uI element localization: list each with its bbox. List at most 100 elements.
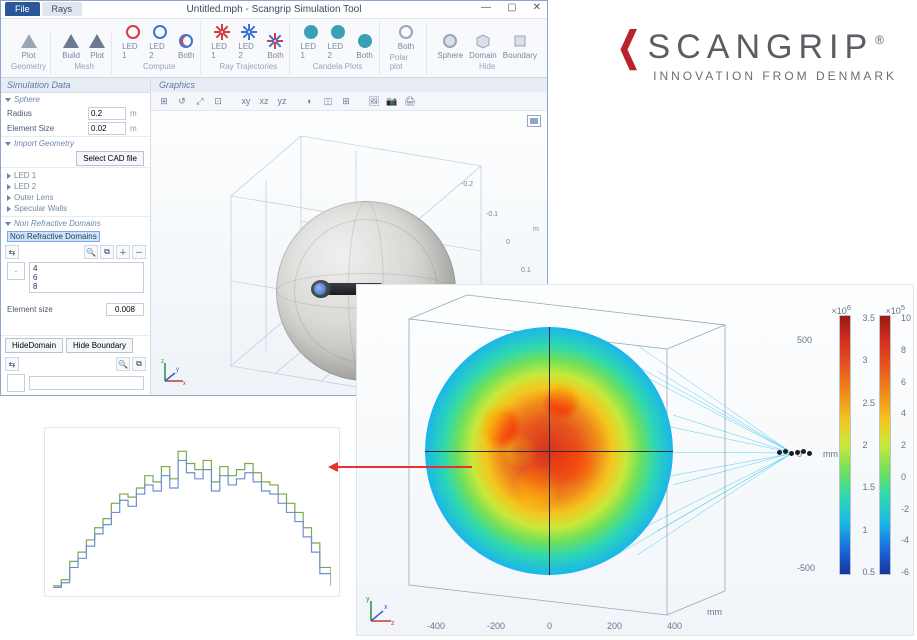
svg-text:-400: -400 — [427, 621, 445, 631]
tagline: INNOVATION FROM DENMARK — [653, 69, 897, 83]
section-sphere[interactable]: Sphere — [1, 93, 150, 106]
esize-label: Element Size — [7, 124, 84, 133]
close-button[interactable]: ✕ — [529, 2, 545, 13]
axis-tick: -0.2 — [461, 181, 473, 188]
tab-file[interactable]: File — [5, 2, 40, 16]
led-icon — [150, 22, 170, 42]
svg-text:mm: mm — [823, 449, 838, 459]
domain-val: 4 — [33, 264, 140, 273]
axis-gizmo-icon: yzx — [363, 595, 397, 629]
zoom-icon[interactable]: 🔍 — [116, 357, 130, 371]
item-lens[interactable]: Outer Lens — [7, 192, 144, 203]
svg-text:0: 0 — [547, 621, 552, 631]
tool-icon[interactable]: 🖨 — [403, 94, 417, 108]
hide-boundary-button[interactable]: Hide Boundary — [66, 338, 133, 353]
bracket-icon: ❮ — [617, 27, 640, 67]
mini-toolbar: ⇆ 🔍⧉＋－ — [1, 243, 150, 261]
tool-icon[interactable]: xy — [239, 94, 253, 108]
rb-led1c[interactable]: LED 1 — [122, 22, 143, 60]
sphere-icon — [440, 31, 460, 51]
toggle-icon[interactable]: · — [7, 262, 25, 280]
rb-cd-led1[interactable]: LED 1 — [300, 22, 321, 60]
rb-hide-boundary[interactable]: Boundary — [503, 31, 537, 60]
led-both-icon — [176, 31, 196, 51]
svg-text:x: x — [183, 381, 186, 387]
esize-input[interactable] — [88, 122, 126, 135]
titlebar: File Rays Untitled.mph - Scangrip Simula… — [1, 1, 547, 19]
svg-text:z: z — [391, 620, 395, 627]
rb-cd-both[interactable]: Both — [355, 31, 375, 60]
tool-icon[interactable]: ◫ — [321, 94, 335, 108]
radius-input[interactable] — [88, 107, 126, 120]
toggle-icon[interactable] — [7, 374, 25, 392]
item-led1[interactable]: LED 1 — [7, 170, 144, 181]
maximize-button[interactable]: ▢ — [503, 2, 520, 13]
rb-cd-led2[interactable]: LED 2 — [328, 22, 349, 60]
window-title: Untitled.mph - Scangrip Simulation Tool — [187, 4, 362, 15]
nr-esize-input[interactable] — [106, 303, 144, 316]
tool-icon[interactable]: ◐ — [303, 94, 317, 108]
registered-mark: ® — [875, 33, 884, 47]
nr-esize-label: Element size — [7, 305, 102, 314]
switch-icon[interactable]: ⇆ — [5, 245, 19, 259]
svg-text:y: y — [366, 596, 370, 603]
rb-hide-domain[interactable]: Domain — [469, 31, 497, 60]
switch-icon[interactable]: ⇆ — [5, 357, 19, 371]
svg-text:200: 200 — [607, 621, 622, 631]
minus-icon[interactable]: － — [132, 245, 146, 259]
detach-icon[interactable] — [527, 115, 541, 127]
tool-icon[interactable]: ⤢ — [193, 94, 207, 108]
copy-icon[interactable]: ⧉ — [132, 357, 146, 371]
bar2-ticks: 1086420-2-4-6 — [901, 313, 911, 577]
rb-hide-sphere[interactable]: Sphere — [437, 31, 463, 60]
plus-icon[interactable]: ＋ — [116, 245, 130, 259]
copy-icon[interactable]: ⧉ — [100, 245, 114, 259]
tool-icon[interactable]: 📷 — [385, 94, 399, 108]
item-walls[interactable]: Specular Walls — [7, 203, 144, 214]
graphics-toolbar: ⊞ ↺ ⤢ ⊡ xyxzyz ◐ ◫ ⊞ 🖼 📷 🖨 — [151, 92, 547, 111]
rb-bothc[interactable]: Both — [176, 31, 196, 60]
tool-icon[interactable]: ⊞ — [157, 94, 171, 108]
zoom-icon[interactable]: 🔍 — [84, 245, 98, 259]
logo: ❮ SCANGRIP ® INNOVATION FROM DENMARK — [587, 10, 909, 100]
tool-icon[interactable]: xz — [257, 94, 271, 108]
rb-ray-both[interactable]: Both — [265, 31, 285, 60]
brand-text: SCANGRIP — [648, 28, 874, 67]
rb-build[interactable]: Build — [61, 31, 81, 60]
axis-tick: 0.1 — [521, 267, 531, 274]
svg-text:400: 400 — [667, 621, 682, 631]
rb-led2c[interactable]: LED 2 — [149, 22, 170, 60]
hide-domain-button[interactable]: HideDomain — [5, 338, 63, 353]
minimize-button[interactable]: — — [477, 2, 495, 13]
section-nonref[interactable]: Non Refractive Domains — [1, 217, 150, 230]
tool-icon[interactable]: yz — [275, 94, 289, 108]
tool-icon[interactable]: ⊡ — [211, 94, 225, 108]
axis-tick: 0 — [506, 239, 510, 246]
ray-plot[interactable]: -400 -200 0 200 400 mm 500 0 -500 mm — [356, 284, 914, 636]
ray-source — [777, 445, 817, 461]
rb-polar[interactable]: Both — [396, 22, 416, 51]
rb-ray-led1[interactable]: LED 1 — [211, 22, 232, 60]
domain-val: 8 — [33, 282, 140, 291]
select-cad-button[interactable]: Select CAD file — [76, 151, 144, 166]
sidebar-title: Simulation Data — [1, 78, 150, 93]
item-led2[interactable]: LED 2 — [7, 181, 144, 192]
disc-icon — [328, 22, 348, 42]
sidebar: Simulation Data Sphere Radiusm Element S… — [1, 78, 151, 395]
tool-icon[interactable]: ⊞ — [339, 94, 353, 108]
nonref-chip: Non Refractive Domains — [7, 231, 100, 242]
graphics-title: Graphics — [151, 78, 547, 92]
sunburst-icon — [239, 22, 259, 42]
bar1-ticks: 3.532.521.510.5 — [862, 313, 875, 577]
tool-icon[interactable]: ↺ — [175, 94, 189, 108]
section-import[interactable]: Import Geometry — [1, 137, 150, 150]
rb-ray-led2[interactable]: LED 2 — [238, 22, 259, 60]
triangle-mesh-icon — [87, 31, 107, 51]
svg-text:-200: -200 — [487, 621, 505, 631]
svg-text:mm: mm — [707, 607, 722, 617]
rb-plot[interactable]: Plot — [19, 31, 39, 60]
tab-rays[interactable]: Rays — [42, 2, 83, 16]
rb-plot2[interactable]: Plot — [87, 31, 107, 60]
tool-icon[interactable]: 🖼 — [367, 94, 381, 108]
disc-icon — [355, 31, 375, 51]
